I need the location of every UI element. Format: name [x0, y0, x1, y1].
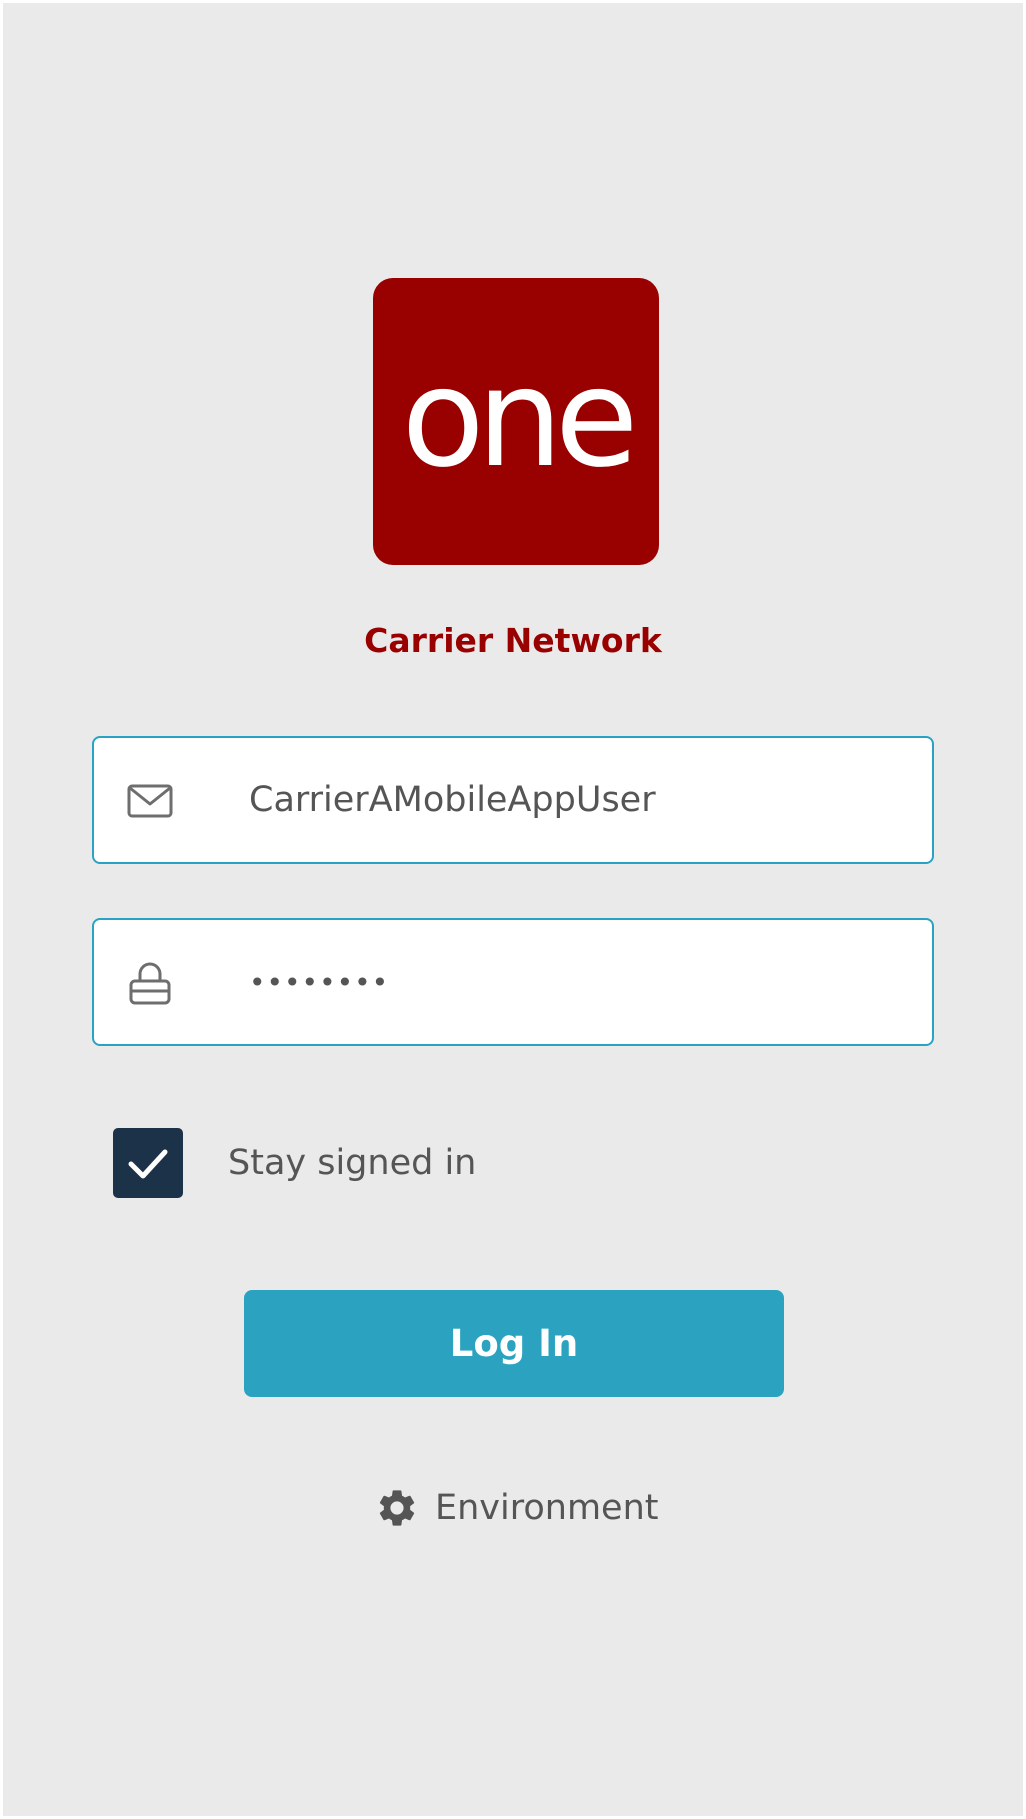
password-input[interactable]	[249, 920, 909, 1044]
app-title: Carrier Network	[364, 621, 662, 660]
username-field[interactable]	[92, 736, 934, 864]
gear-icon	[379, 1490, 415, 1526]
lock-icon	[129, 962, 171, 1005]
login-screen: one Carrier Network Stay signed in Log I…	[3, 3, 1023, 1816]
logo-text: one	[401, 340, 638, 498]
app-logo: one	[373, 278, 659, 565]
stay-signed-in-label: Stay signed in	[228, 1143, 477, 1183]
stay-signed-in-checkbox[interactable]	[113, 1128, 183, 1198]
environment-link[interactable]: Environment	[375, 1483, 658, 1533]
checkmark-icon	[128, 1149, 168, 1179]
password-field[interactable]	[92, 918, 934, 1046]
mail-icon	[127, 784, 173, 818]
username-input[interactable]	[249, 738, 909, 862]
login-button[interactable]: Log In	[244, 1290, 784, 1397]
environment-label: Environment	[435, 1488, 659, 1528]
